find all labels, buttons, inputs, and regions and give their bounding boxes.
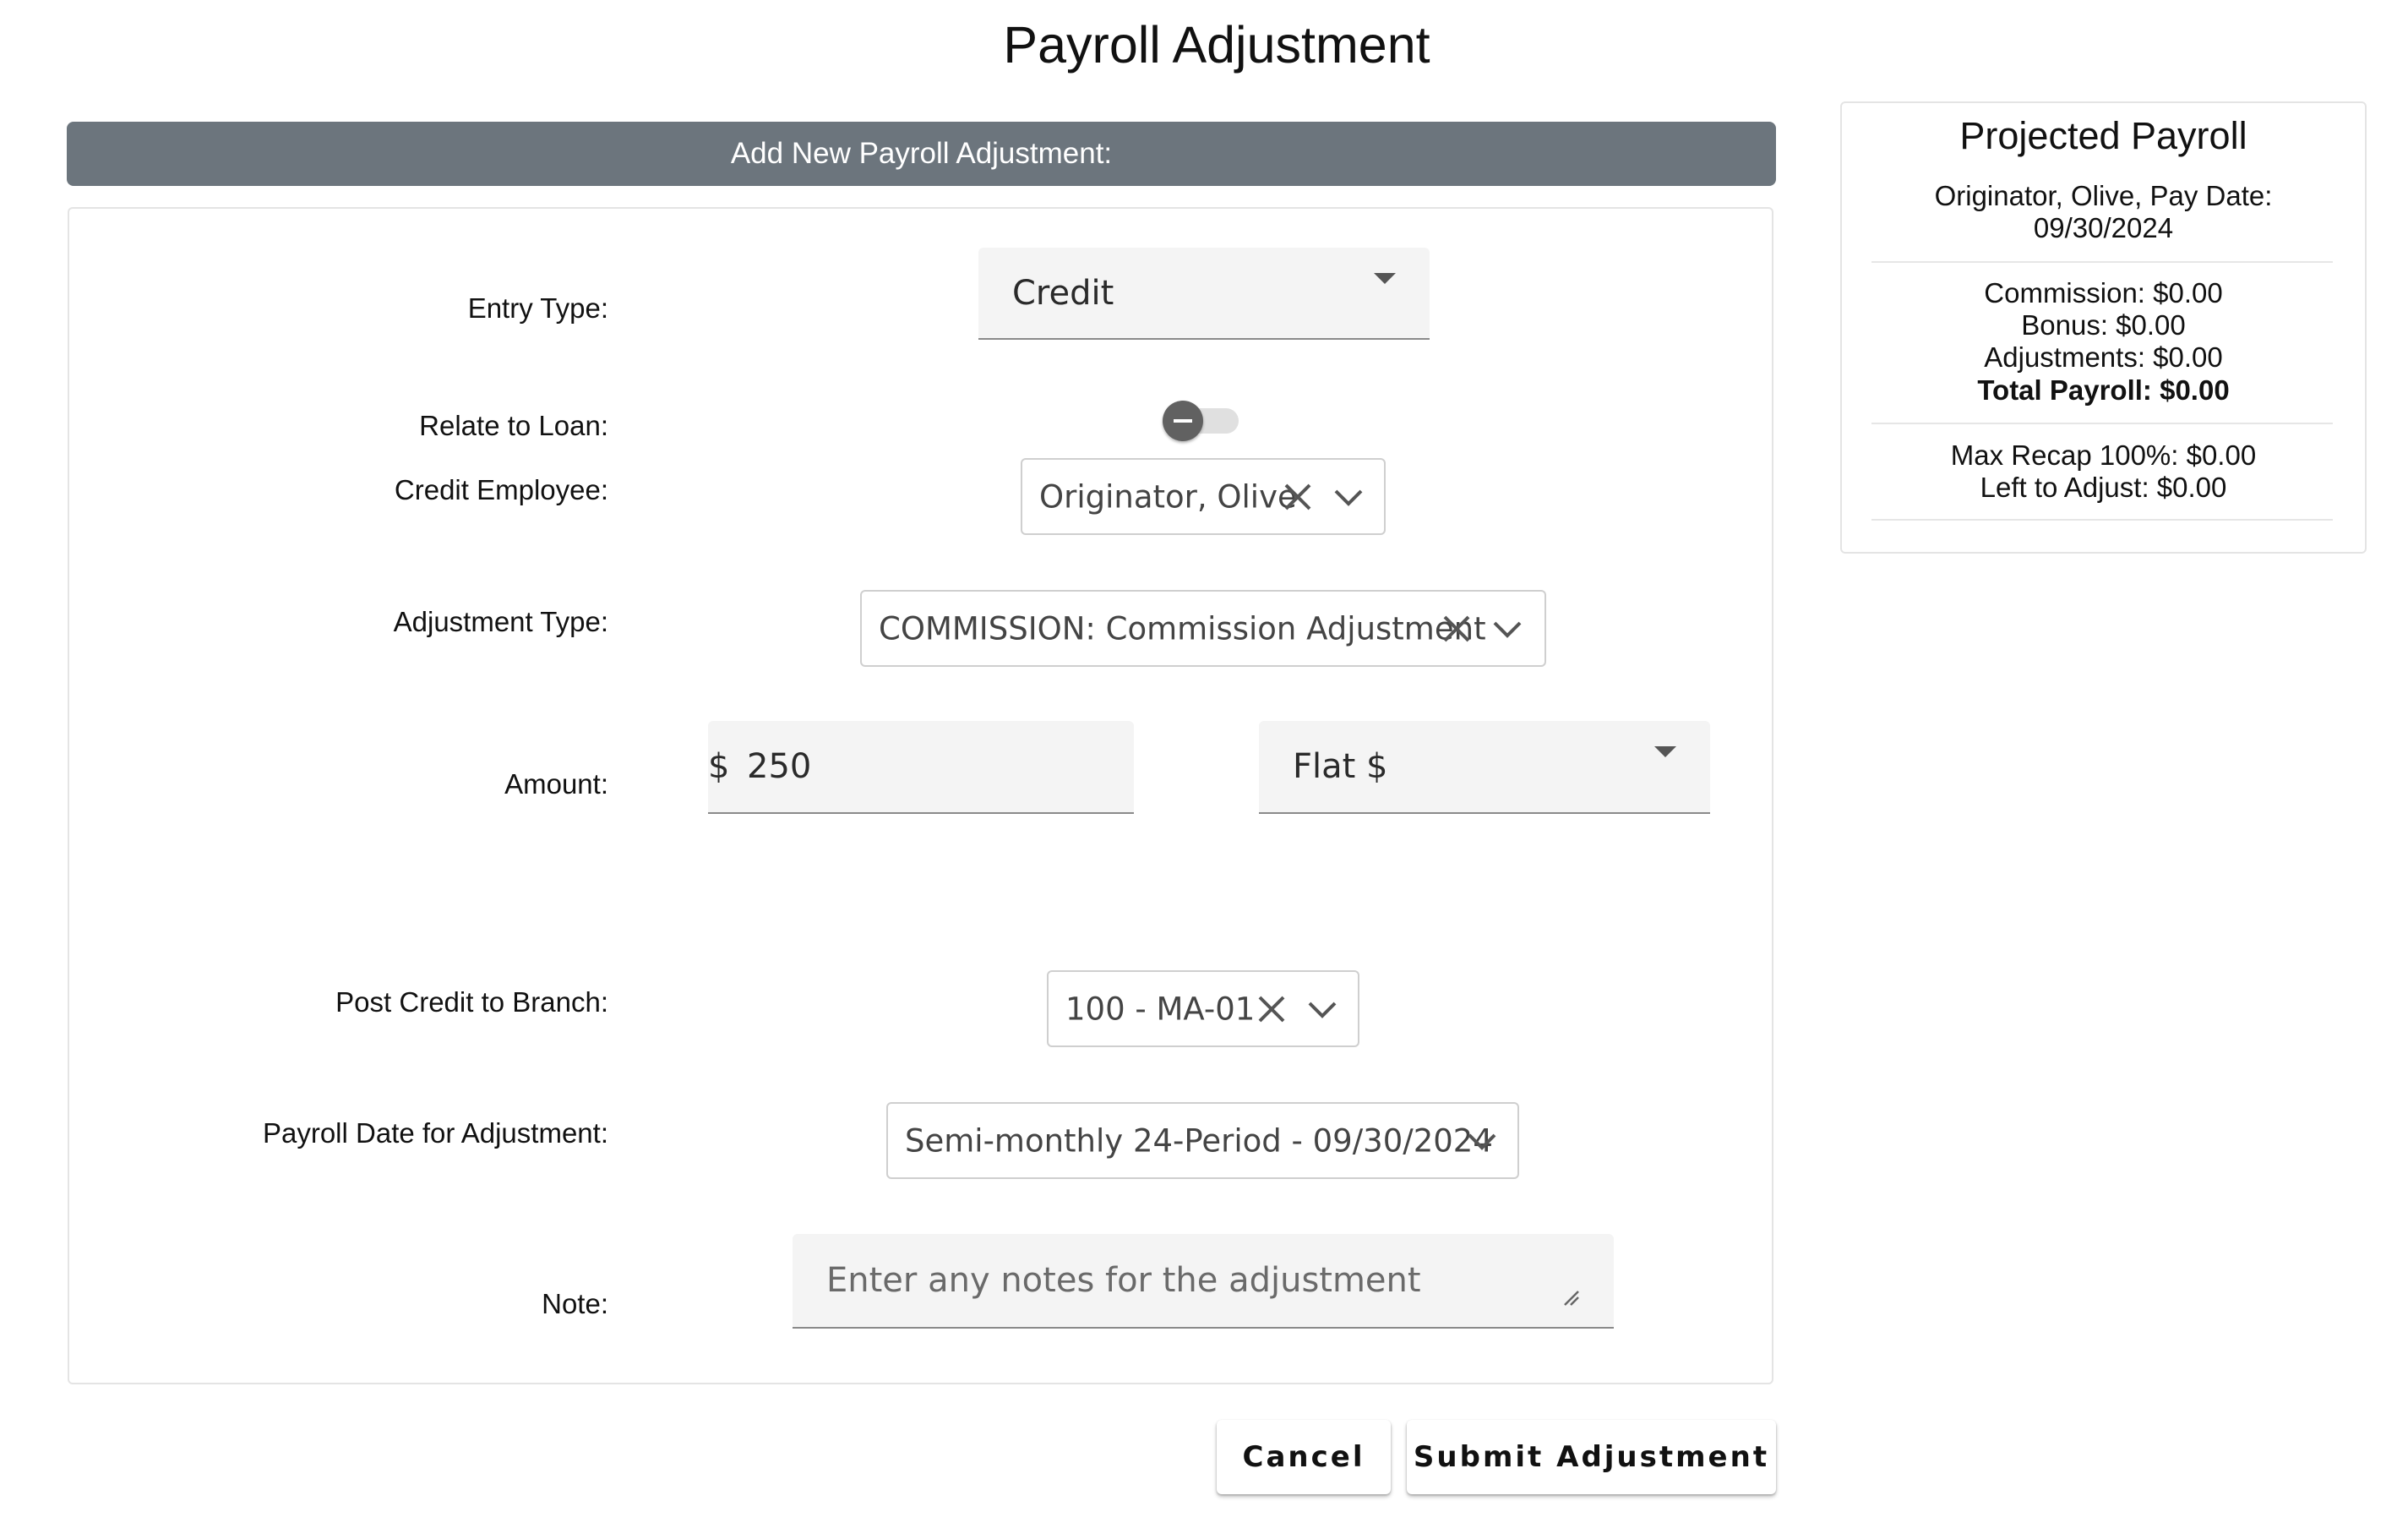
summary-adjustments: Adjustments: $0.00 bbox=[1984, 341, 2223, 373]
submit-adjustment-button[interactable]: Submit Adjustment bbox=[1407, 1420, 1776, 1494]
form-header: Add New Payroll Adjustment: bbox=[67, 122, 1776, 186]
summary-total-payroll: Total Payroll: $0.00 bbox=[1977, 374, 2230, 406]
note-placeholder: Enter any notes for the adjustment bbox=[826, 1261, 1421, 1300]
payroll-date-select[interactable]: Semi-monthly 24-Period - 09/30/2024 bbox=[886, 1102, 1519, 1179]
post-credit-branch-value: 100 - MA-01 bbox=[1065, 991, 1256, 1027]
amount-label: Amount: bbox=[504, 768, 608, 800]
resize-handle-icon[interactable] bbox=[1561, 1288, 1580, 1307]
summary-commission: Commission: $0.00 bbox=[1984, 277, 2223, 308]
summary-divider bbox=[1871, 261, 2333, 263]
entry-type-select[interactable]: Credit bbox=[978, 248, 1430, 340]
caret-down-icon bbox=[1654, 746, 1676, 757]
close-icon[interactable] bbox=[1255, 992, 1288, 1026]
chevron-down-icon[interactable] bbox=[1490, 612, 1524, 646]
summary-subtitle-line1: Originator, Olive, Pay Date: bbox=[1934, 180, 2273, 211]
note-label: Note: bbox=[542, 1288, 608, 1319]
amount-unit-select[interactable]: Flat $ bbox=[1259, 721, 1710, 814]
summary-left-to-adjust: Left to Adjust: $0.00 bbox=[1980, 472, 2227, 503]
post-credit-branch-label: Post Credit to Branch: bbox=[335, 986, 608, 1018]
summary-divider bbox=[1871, 423, 2333, 424]
close-icon[interactable] bbox=[1440, 612, 1474, 646]
credit-employee-select[interactable]: Originator, Olive bbox=[1021, 458, 1386, 535]
credit-employee-value: Originator, Olive bbox=[1039, 478, 1297, 515]
amount-unit-value: Flat $ bbox=[1293, 747, 1388, 786]
post-credit-branch-select[interactable]: 100 - MA-01 bbox=[1047, 970, 1359, 1047]
summary-title: Projected Payroll bbox=[1959, 114, 2247, 157]
page-title: Payroll Adjustment bbox=[1003, 16, 1430, 74]
close-icon[interactable] bbox=[1281, 480, 1315, 514]
relate-to-loan-label: Relate to Loan: bbox=[419, 410, 608, 441]
chevron-down-icon[interactable] bbox=[1465, 1124, 1499, 1158]
summary-divider bbox=[1871, 519, 2333, 521]
currency-prefix: $ bbox=[708, 747, 730, 786]
relate-to-loan-toggle[interactable] bbox=[1163, 401, 1239, 441]
credit-employee-label: Credit Employee: bbox=[394, 474, 608, 505]
chevron-down-icon[interactable] bbox=[1332, 480, 1365, 514]
summary-bonus: Bonus: $0.00 bbox=[2021, 309, 2186, 341]
summary-subtitle-line2: 09/30/2024 bbox=[2033, 212, 2174, 243]
amount-value: 250 bbox=[747, 747, 812, 786]
payroll-date-label: Payroll Date for Adjustment: bbox=[262, 1117, 608, 1149]
adjustment-type-select[interactable]: COMMISSION: Commission Adjustment bbox=[860, 590, 1546, 667]
payroll-date-value: Semi-monthly 24-Period - 09/30/2024 bbox=[905, 1122, 1493, 1159]
minus-icon bbox=[1174, 419, 1192, 423]
cancel-button[interactable]: Cancel bbox=[1217, 1420, 1391, 1494]
chevron-down-icon[interactable] bbox=[1305, 992, 1339, 1026]
toggle-knob bbox=[1163, 401, 1203, 441]
amount-input[interactable]: $ 250 bbox=[708, 721, 1134, 814]
adjustment-type-label: Adjustment Type: bbox=[393, 606, 608, 637]
adjustment-type-value: COMMISSION: Commission Adjustment bbox=[879, 610, 1486, 647]
entry-type-label: Entry Type: bbox=[467, 292, 608, 324]
summary-max-recap: Max Recap 100%: $0.00 bbox=[1950, 439, 2257, 471]
caret-down-icon bbox=[1374, 273, 1396, 284]
entry-type-value: Credit bbox=[1012, 273, 1114, 313]
note-textarea[interactable]: Enter any notes for the adjustment bbox=[793, 1234, 1614, 1329]
